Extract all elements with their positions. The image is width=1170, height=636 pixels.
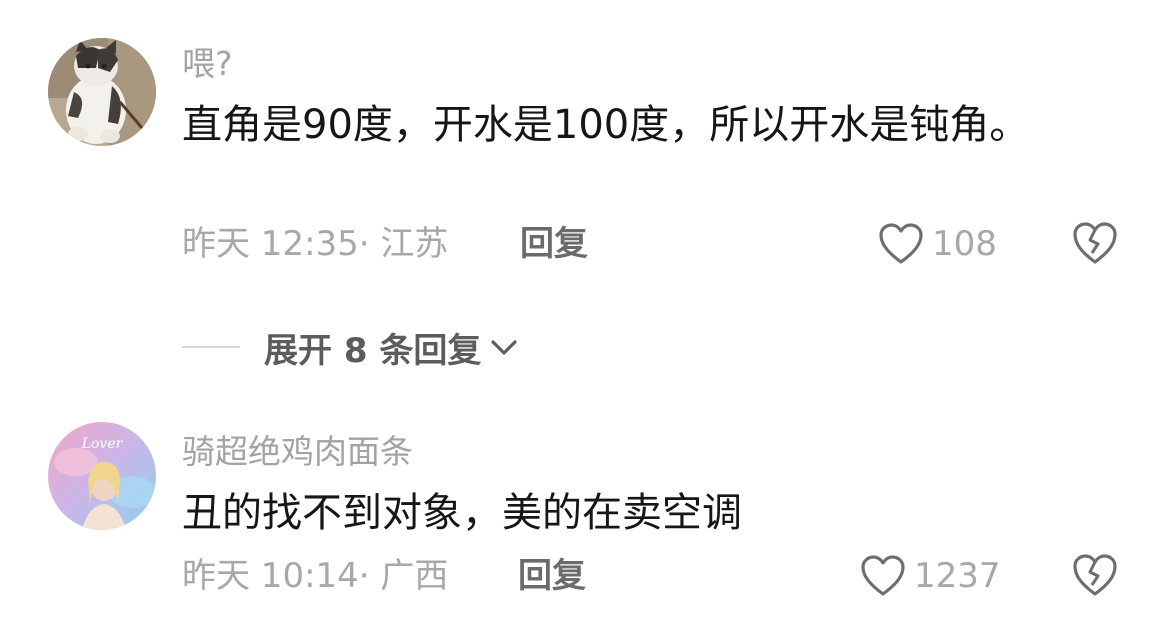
comment-text: 直角是90度，开水是100度，所以开水是钝角。 xyxy=(182,102,1030,148)
dislike-button[interactable] xyxy=(1072,552,1118,598)
like-count: 1237 xyxy=(914,556,1001,596)
lover-avatar-image: Lover xyxy=(48,422,156,530)
heart-icon xyxy=(879,223,923,264)
expand-divider xyxy=(182,346,240,348)
like-count: 108 xyxy=(932,224,997,264)
comment-text: 丑的找不到对象，美的在卖空调 xyxy=(182,490,742,536)
comment-meta: 昨天 10:14· 广西 xyxy=(182,556,449,596)
avatar-lover[interactable]: Lover xyxy=(48,422,156,530)
comment-username[interactable]: 喂? xyxy=(182,44,233,84)
comment-item: Lover 骑超绝鸡肉面条 丑的找不到对象，美的在卖空调 昨天 10:14· 广… xyxy=(0,400,1170,636)
broken-heart-icon xyxy=(1073,554,1117,596)
expand-replies-label: 展开 8 条回复 xyxy=(264,330,482,371)
dislike-button[interactable] xyxy=(1072,220,1118,266)
expand-replies: 展开 8 条回复 xyxy=(182,322,519,372)
like-button[interactable]: 108 xyxy=(878,218,997,270)
avatar-caption: Lover xyxy=(81,436,124,452)
comment-item: 喂? 直角是90度，开水是100度，所以开水是钝角。 昨天 12:35· 江苏 … xyxy=(0,0,1170,300)
chevron-down-icon xyxy=(491,340,517,355)
reply-button[interactable]: 回复 xyxy=(518,556,586,596)
cat-avatar-image xyxy=(48,38,156,146)
reply-button[interactable]: 回复 xyxy=(520,224,588,264)
like-button[interactable]: 1237 xyxy=(860,550,1001,602)
broken-heart-icon xyxy=(1073,222,1117,264)
heart-icon xyxy=(861,555,905,596)
comment-username[interactable]: 骑超绝鸡肉面条 xyxy=(182,432,413,472)
avatar-cat[interactable] xyxy=(48,38,156,146)
comment-meta: 昨天 12:35· 江苏 xyxy=(182,224,449,264)
expand-replies-button[interactable]: 展开 8 条回复 xyxy=(264,323,519,372)
